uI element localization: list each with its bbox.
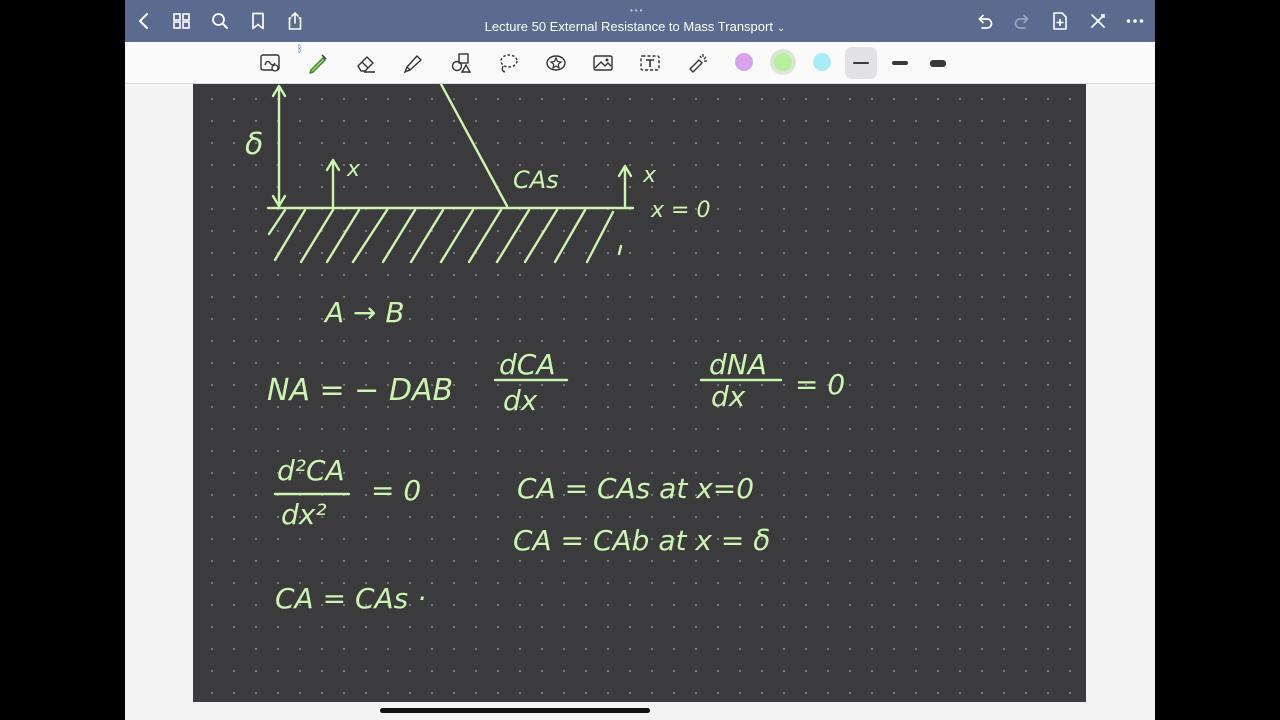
grid-icon[interactable] [170,9,194,33]
shapes-icon[interactable] [448,50,474,76]
drawing-toolbar: ᛒ [125,42,1155,84]
bluetooth-icon: ᛒ [297,44,303,55]
solution-equation: CA = CAs · [275,582,426,615]
highlighter-icon[interactable] [400,50,426,76]
multitasking-grabber[interactable]: ••• [630,6,644,15]
ficks-law-numerator: dCA [499,348,555,381]
x-axis-arrow-left [325,158,341,208]
pen-icon[interactable]: ᛒ [297,44,331,76]
c-as-label: CAs [513,166,559,194]
search-icon[interactable] [208,9,232,33]
laser-pointer-icon[interactable] [685,50,711,76]
concentration-profile-line [439,84,509,208]
sticker-icon[interactable] [543,50,569,76]
x-axis-label-left: x [346,157,361,182]
boundary-condition-1: CA = CAs at x=0 [517,472,754,505]
back-icon[interactable] [133,9,157,33]
document-title-text: Lecture 50 External Resistance to Mass T… [484,19,773,34]
bookmark-icon[interactable] [246,9,270,33]
lasso-read-icon[interactable] [257,50,283,76]
chevron-down-icon: ⌄ [776,23,786,34]
stroke-width-thin[interactable] [845,47,877,79]
handwritten-notes: δ x CAs x x = 0 A → B NA = − DAB dCA dx … [245,84,845,615]
delta-label: δ [245,127,263,162]
flux-derivative-numerator: dNA [709,348,767,381]
home-indicator[interactable] [380,708,650,713]
x-axis-arrow-right [617,164,633,210]
document-title[interactable]: Lecture 50 External Resistance to Mass T… [465,19,805,34]
share-icon[interactable] [283,9,307,33]
second-derivative-rhs: = 0 [371,474,421,507]
x-equals-zero-label: x = 0 [650,198,710,223]
more-icon[interactable] [1123,9,1147,33]
boundary-condition-2: CA = CAb at x = δ [513,524,770,557]
color-swatch-purple[interactable] [735,53,753,71]
text-box-icon[interactable] [637,50,663,76]
ficks-law-lhs: NA = − DAB [267,373,453,408]
notebook-page-canvas[interactable]: δ x CAs x x = 0 A → B NA = − DAB dCA dx … [193,84,1086,702]
notes-app-window: ••• Lecture 50 External Resistance to Ma… [125,0,1155,720]
add-page-icon[interactable] [1048,9,1072,33]
color-swatch-cyan[interactable] [813,53,831,71]
title-bar: ••• Lecture 50 External Resistance to Ma… [125,0,1155,42]
stroke-width-medium[interactable] [884,47,916,79]
x-axis-label-right: x [642,163,657,188]
redo-icon[interactable] [1010,9,1034,33]
stroke-width-thick[interactable] [922,47,954,79]
delta-double-arrow [271,84,287,208]
second-derivative-numerator: d²CA [277,454,345,487]
eraser-icon[interactable] [353,50,379,76]
flux-derivative-denominator: dx [711,380,746,413]
second-derivative-denominator: dx² [281,498,327,531]
color-swatch-green[interactable] [774,53,792,71]
ficks-law-denominator: dx [503,384,538,417]
lasso-icon[interactable] [495,50,521,76]
close-x-icon[interactable] [1086,9,1110,33]
surface-hatching [267,208,623,264]
image-icon[interactable] [590,50,616,76]
undo-icon[interactable] [973,9,997,33]
flux-derivative-rhs: = 0 [795,368,845,401]
reaction-label: A → B [323,296,405,329]
